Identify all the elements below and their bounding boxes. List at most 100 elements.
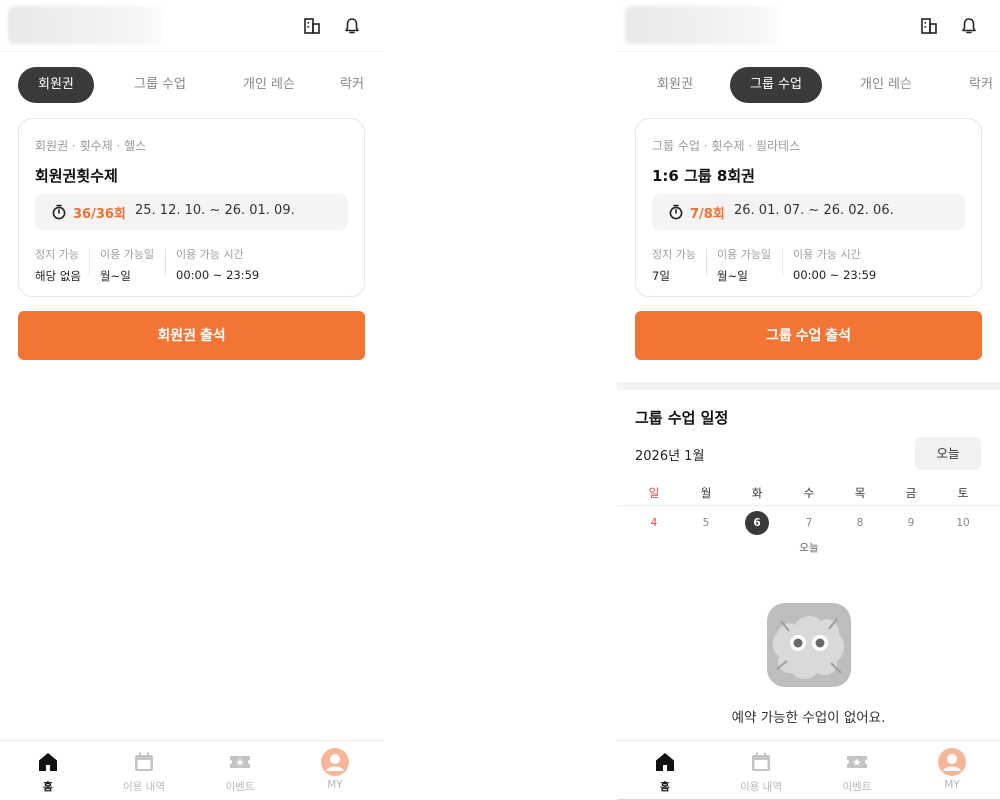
calendar-icon — [752, 752, 770, 771]
date-cell[interactable]: 8 — [848, 511, 872, 535]
nav-home[interactable]: 홈 — [8, 741, 88, 800]
tab-locker[interactable]: 락커 — [340, 67, 380, 103]
info-label: 정지 가능 — [652, 248, 696, 261]
top-bar — [617, 0, 1000, 52]
building-icon[interactable] — [301, 15, 323, 37]
ticket-icon — [230, 756, 250, 768]
nav-label: 이벤트 — [225, 781, 255, 793]
profile-icon — [938, 748, 966, 776]
date-row: 4 5 6 7 8 9 10 — [617, 511, 1000, 537]
usage-count: 7/8회 — [690, 207, 725, 222]
tab-group-class[interactable]: 그룹 수업 — [123, 67, 197, 103]
nav-label: MY — [944, 779, 960, 791]
divider — [706, 249, 707, 275]
info-value: 7일 — [652, 269, 670, 283]
info-pause: 정지 가능 7일 — [652, 246, 696, 283]
today-button[interactable]: 오늘 — [915, 437, 981, 470]
info-value: 해당 없음 — [35, 269, 81, 283]
attend-button[interactable]: 그룹 수업 출석 — [635, 311, 982, 360]
nav-history[interactable]: 이용 내역 — [104, 741, 184, 800]
schedule-month: 2026년 1월 — [635, 449, 705, 464]
membership-screen: 회원권 그룹 수업 개인 레슨 락커 회원권 · 횟수제 · 헬스 회원권횟수제… — [0, 0, 383, 800]
weekday-label: 수 — [803, 486, 815, 500]
building-icon[interactable] — [918, 15, 940, 37]
divider — [617, 505, 1000, 506]
bottom-nav: 홈 이용 내역 이벤트 MY — [0, 740, 383, 800]
info-label: 이용 가능 시간 — [793, 248, 861, 261]
weekday-row: 일 월 화 수 목 금 토 — [617, 485, 1000, 505]
divider — [89, 249, 90, 275]
card-title: 회원권횟수제 — [35, 167, 118, 185]
weekday-label: 목 — [854, 486, 866, 500]
card-breadcrumb: 그룹 수업 · 횟수제 · 필라테스 — [652, 139, 801, 153]
section-divider — [617, 382, 1000, 390]
bottom-nav: 홈 이용 내역 이벤트 MY — [617, 740, 1000, 800]
weekday-label: 일 — [648, 486, 660, 500]
info-label: 정지 가능 — [35, 248, 79, 261]
gym-logo — [625, 6, 779, 44]
date-cell[interactable]: 5 — [694, 511, 718, 535]
usage-period: 25. 12. 10. ~ 26. 01. 09. — [135, 203, 295, 218]
date-cell[interactable]: 7 — [797, 511, 821, 535]
tab-personal-lesson[interactable]: 개인 레슨 — [232, 67, 306, 103]
timer-icon — [669, 204, 683, 220]
date-cell[interactable]: 10 — [951, 511, 975, 535]
info-pause: 정지 가능 해당 없음 — [35, 246, 81, 283]
nav-label: 이용 내역 — [123, 781, 165, 793]
tab-membership[interactable]: 회원권 — [18, 67, 94, 103]
info-value: 00:00 ~ 23:59 — [793, 268, 877, 282]
group-class-screen: 회원권 그룹 수업 개인 레슨 락커 그룹 수업 · 횟수제 · 필라테스 1:… — [617, 0, 1000, 800]
usage-box: 7/8회 26. 01. 07. ~ 26. 02. 06. — [652, 194, 965, 230]
nav-my[interactable]: MY — [295, 741, 375, 800]
profile-icon — [321, 748, 349, 776]
info-value: 00:00 ~ 23:59 — [176, 268, 260, 282]
nav-label: MY — [327, 779, 343, 791]
info-label: 이용 가능 시간 — [176, 248, 244, 261]
nav-label: 이용 내역 — [740, 781, 782, 793]
membership-tabs: 회원권 그룹 수업 개인 레슨 락커 — [617, 67, 1000, 103]
tab-locker[interactable]: 락커 — [969, 67, 1000, 103]
usage-count: 36/36회 — [73, 207, 126, 222]
info-label: 이용 가능일 — [100, 248, 155, 261]
card-breadcrumb: 회원권 · 횟수제 · 헬스 — [35, 139, 147, 153]
gym-logo — [8, 6, 162, 44]
schedule-title: 그룹 수업 일정 — [635, 409, 729, 427]
calendar-icon — [135, 752, 153, 771]
bell-icon[interactable] — [341, 15, 363, 37]
nav-event[interactable]: 이벤트 — [817, 741, 897, 800]
date-cell[interactable]: 9 — [899, 511, 923, 535]
bell-icon[interactable] — [958, 15, 980, 37]
group-class-card[interactable]: 그룹 수업 · 횟수제 · 필라테스 1:6 그룹 8회권 7/8회 26. 0… — [635, 118, 982, 297]
nav-label: 이벤트 — [842, 781, 872, 793]
date-cell[interactable]: 4 — [642, 511, 666, 535]
tab-group-class[interactable]: 그룹 수업 — [730, 67, 822, 103]
nav-my[interactable]: MY — [912, 741, 992, 800]
nav-label: 홈 — [660, 781, 670, 793]
tab-personal-lesson[interactable]: 개인 레슨 — [849, 67, 923, 103]
date-cell-selected[interactable]: 6 — [745, 511, 769, 535]
today-marker: 오늘 — [799, 542, 819, 554]
info-hours: 이용 가능 시간 00:00 ~ 23:59 — [176, 246, 259, 282]
nav-home[interactable]: 홈 — [625, 741, 705, 800]
empty-state-message: 예약 가능한 수업이 없어요. — [731, 710, 886, 726]
info-hours: 이용 가능 시간 00:00 ~ 23:59 — [793, 246, 876, 282]
weekday-label: 월 — [700, 486, 712, 500]
usage-period: 26. 01. 07. ~ 26. 02. 06. — [734, 203, 894, 218]
weekday-label: 토 — [957, 486, 969, 500]
card-title: 1:6 그룹 8회권 — [652, 167, 755, 185]
home-icon — [39, 753, 57, 771]
home-icon — [656, 753, 674, 771]
info-days: 이용 가능일 월~일 — [100, 246, 155, 283]
tab-membership[interactable]: 회원권 — [639, 67, 711, 103]
info-value: 월~일 — [100, 269, 131, 283]
weekday-label: 금 — [905, 486, 917, 500]
nav-event[interactable]: 이벤트 — [200, 741, 280, 800]
ticket-icon — [847, 756, 867, 768]
weekday-label: 화 — [751, 486, 763, 500]
info-value: 월~일 — [717, 269, 748, 283]
empty-state-illustration — [767, 603, 851, 687]
info-days: 이용 가능일 월~일 — [717, 246, 771, 283]
membership-card[interactable]: 회원권 · 횟수제 · 헬스 회원권횟수제 36/36회 25. 12. 10.… — [18, 118, 365, 297]
nav-history[interactable]: 이용 내역 — [721, 741, 801, 800]
attend-button[interactable]: 회원권 출석 — [18, 311, 365, 360]
